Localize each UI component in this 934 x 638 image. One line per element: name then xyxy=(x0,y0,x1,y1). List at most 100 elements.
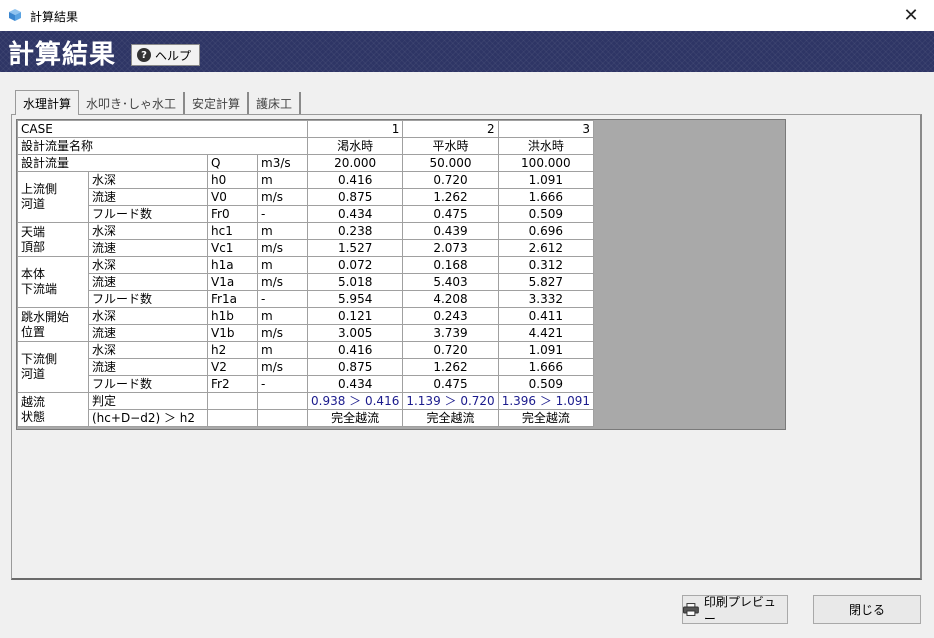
symbol-cell: Fr0 xyxy=(207,205,258,223)
value-cell: 0.121 xyxy=(306,307,404,325)
symbol-cell: Fr1a xyxy=(207,290,258,308)
overflow-result-cell: 完全越流 xyxy=(402,409,499,427)
group-label: 天端 頂部 xyxy=(17,222,89,257)
value-cell: 1.262 xyxy=(402,358,499,376)
table-row: CASE 1 2 3 xyxy=(17,120,595,138)
case-header-label: CASE xyxy=(17,120,308,138)
table-row: フルード数 Fr0-0.434 0.475 0.509 xyxy=(18,205,595,223)
row-label: 流速 xyxy=(88,239,208,257)
value-cell: 0.875 xyxy=(306,358,404,376)
window-titlebar: 計算結果 ✕ xyxy=(0,0,934,31)
value-cell: 5.018 xyxy=(306,273,404,291)
value-cell: 3.332 xyxy=(497,290,595,308)
flow-name-cell: 平水時 xyxy=(402,137,499,155)
table-row: 流速 V0 m/s 0.875 1.262 1.666 xyxy=(18,188,595,206)
value-cell: 0.439 xyxy=(402,222,499,240)
tab-3[interactable]: 護床工 xyxy=(249,92,302,114)
value-cell: 1.666 xyxy=(497,358,595,376)
flow-name-cell: 渇水時 xyxy=(306,137,404,155)
table-row: 流速 V1b m/s 3.005 3.739 4.421 xyxy=(18,324,595,342)
symbol-cell: V0 xyxy=(207,188,258,206)
row-label: 水深 xyxy=(88,171,208,189)
close-button[interactable]: 閉じる xyxy=(813,595,921,624)
value-cell: 0.475 xyxy=(402,375,499,393)
overflow-result-cell: 完全越流 xyxy=(306,409,404,427)
help-button[interactable]: ? ヘルプ xyxy=(131,44,200,66)
case-number: 3 xyxy=(497,120,595,138)
row-label: 水深 xyxy=(88,341,208,359)
design-flow-label: 設計流量 xyxy=(17,154,208,172)
table-row: 跳水開始 位置 水深 h1b m 0.121 0.243 0.411 xyxy=(17,307,595,342)
value-cell: 50.000 xyxy=(402,154,499,172)
value-cell: 1.091 xyxy=(497,341,595,359)
unit-cell: m/s xyxy=(257,358,308,376)
unit-cell: - xyxy=(257,375,308,393)
header-banner: 計算結果 ? ヘルプ xyxy=(0,31,934,72)
unit-cell: m/s xyxy=(257,188,308,206)
judge-label: 判定 xyxy=(88,392,208,410)
symbol-cell: h2 xyxy=(207,341,258,359)
close-button-label: 閉じる xyxy=(848,603,885,617)
table-row: (hc+D−d2) ＞ h2 完全越流 完全越流 完全越流 xyxy=(18,409,595,427)
condition-label: (hc+D−d2) ＞ h2 xyxy=(88,409,208,427)
row-label: 流速 xyxy=(88,188,208,206)
table-row: 流速 V1a m/s 5.018 5.403 5.827 xyxy=(18,273,595,291)
empty-cell xyxy=(207,409,258,427)
group-label: 跳水開始 位置 xyxy=(17,307,89,342)
row-label: 流速 xyxy=(88,358,208,376)
case-number: 1 xyxy=(306,120,404,138)
value-cell: 1.666 xyxy=(497,188,595,206)
group-label: 上流側 河道 xyxy=(17,171,89,223)
row-label: 水深 xyxy=(88,307,208,325)
print-preview-button[interactable]: 印刷プレビュー xyxy=(682,594,788,626)
value-cell: 0.475 xyxy=(402,205,499,223)
symbol-cell: Vc1 xyxy=(207,239,258,257)
tab-0[interactable]: 水理計算 xyxy=(15,90,80,115)
tab-1[interactable]: 水叩き･しゃ水工 xyxy=(79,92,186,114)
unit-cell: - xyxy=(257,205,308,223)
value-cell: 0.238 xyxy=(306,222,404,240)
value-cell: 0.312 xyxy=(497,256,595,274)
tab-2[interactable]: 安定計算 xyxy=(185,92,250,114)
group-label: 本体 下流端 xyxy=(17,256,89,308)
table-row: 下流側 河道 水深 h2 m 0.416 0.720 1.091 xyxy=(17,341,595,393)
help-button-label: ヘルプ xyxy=(155,48,192,63)
results-grid-area: CASE 1 2 3 設計流量名称 渇水時 平水時 洪水時 設計流量 Qm3/s 20.000 50.… xyxy=(16,119,786,430)
print-preview-label: 印刷プレビュー xyxy=(703,594,776,626)
judge-cell: 1.396 ＞ 1.091 xyxy=(497,392,595,410)
unit-cell: m xyxy=(257,307,308,325)
value-cell: 0.416 xyxy=(306,171,404,189)
judge-cell: 0.938 ＞ 0.416 xyxy=(306,392,404,410)
table-row: 本体 下流端 水深 h1a m 0.072 0.168 0.312 xyxy=(17,256,595,308)
close-icon: ✕ xyxy=(903,5,919,26)
table-row: 設計流量名称 渇水時 平水時 洪水時 xyxy=(17,137,595,155)
value-cell: 3.739 xyxy=(402,324,499,342)
unit-cell: m3/s xyxy=(257,154,308,172)
value-cell: 1.527 xyxy=(306,239,404,257)
window-close-button[interactable]: ✕ xyxy=(888,0,934,31)
unit-cell: m xyxy=(257,171,308,189)
value-cell: 5.954 xyxy=(306,290,404,308)
case-number: 2 xyxy=(402,120,499,138)
value-cell: 0.434 xyxy=(306,205,404,223)
unit-cell: m/s xyxy=(257,324,308,342)
row-label: フルード数 xyxy=(88,375,208,393)
symbol-cell: Fr2 xyxy=(207,375,258,393)
row-label: 水深 xyxy=(88,222,208,240)
value-cell: 4.208 xyxy=(402,290,499,308)
value-cell: 20.000 xyxy=(306,154,404,172)
unit-cell: m xyxy=(257,222,308,240)
group-label: 下流側 河道 xyxy=(17,341,89,393)
page-title: 計算結果 xyxy=(8,40,117,70)
symbol-cell: V1a xyxy=(207,273,258,291)
unit-cell: m/s xyxy=(257,273,308,291)
row-label: 水深 xyxy=(88,256,208,274)
row-label: 流速 xyxy=(88,324,208,342)
table-row: 上流側 河道 水深 h0 m 0.416 0.720 1.091 xyxy=(17,171,595,223)
value-cell: 5.827 xyxy=(497,273,595,291)
value-cell: 0.416 xyxy=(306,341,404,359)
value-cell: 5.403 xyxy=(402,273,499,291)
table-row: 流速 Vc1 m/s 1.527 2.073 2.612 xyxy=(18,239,595,257)
value-cell: 0.875 xyxy=(306,188,404,206)
unit-cell: m xyxy=(257,341,308,359)
